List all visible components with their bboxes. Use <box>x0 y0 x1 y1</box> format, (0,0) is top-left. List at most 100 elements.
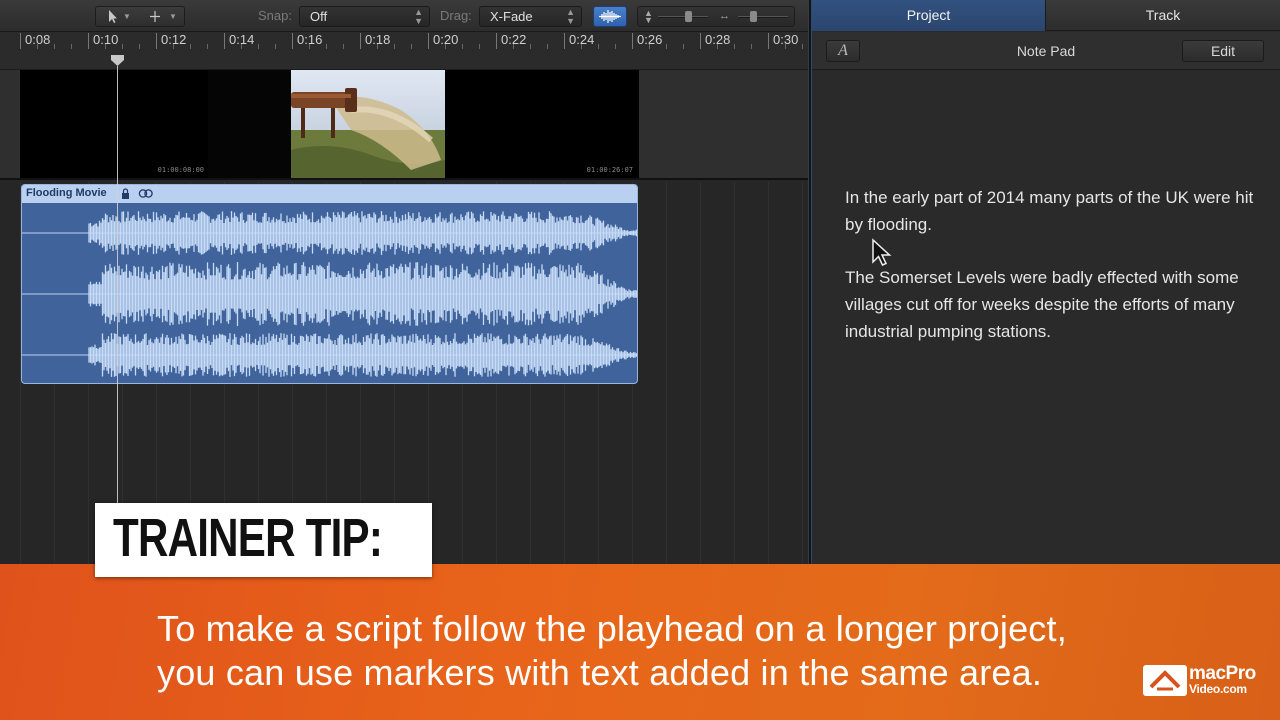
crosshair-tool-icon[interactable] <box>148 7 162 32</box>
trainer-tip-label-box: TRAINER TIP: <box>95 503 432 577</box>
chevron-down-icon[interactable]: ▼ <box>169 7 177 26</box>
horizontal-zoom-knob[interactable] <box>750 11 757 22</box>
ruler-minor-tick <box>802 44 803 49</box>
grid-line <box>734 182 735 564</box>
ruler-tick-label: 0:18 <box>360 33 390 49</box>
vertical-zoom-knob[interactable] <box>685 11 692 22</box>
playhead[interactable] <box>117 66 118 566</box>
waveform-zoom-button[interactable] <box>593 6 627 27</box>
ruler-minor-tick <box>445 44 446 49</box>
ruler-minor-tick <box>190 44 191 49</box>
ruler-minor-tick <box>717 44 718 49</box>
ruler-minor-tick <box>275 44 276 49</box>
ruler-minor-tick <box>377 44 378 49</box>
ruler-minor-tick <box>785 44 786 49</box>
ruler-minor-tick <box>530 44 531 49</box>
ruler-minor-tick <box>207 44 208 49</box>
snap-value: Off <box>310 9 328 24</box>
ruler-tick-label: 0:24 <box>564 33 594 49</box>
pointer-tool-icon[interactable] <box>106 7 120 32</box>
audio-region[interactable]: Flooding Movie <box>21 184 638 384</box>
snap-label: Snap: <box>258 8 292 23</box>
ruler-tick-label: 0:22 <box>496 33 526 49</box>
grid-line <box>666 182 667 564</box>
audio-waveform <box>22 211 637 377</box>
vertical-zoom-icon: ▲ ▼ <box>644 8 653 25</box>
logo-mark-icon <box>1143 665 1187 696</box>
note-paragraph[interactable]: In the early part of 2014 many parts of … <box>845 184 1265 238</box>
tip-banner: To make a script follow the playhead on … <box>0 564 1280 720</box>
ruler-minor-tick <box>615 44 616 49</box>
trainer-tip-label: TRAINER TIP: <box>113 508 383 568</box>
ruler-minor-tick <box>309 44 310 49</box>
ruler-minor-tick <box>666 44 667 49</box>
timeline-ruler[interactable]: 0:08 0:10 0:12 0:14 0:16 0:18 0:20 0:22 0:24 0:26… <box>0 32 808 70</box>
ruler-minor-tick <box>54 44 55 49</box>
drag-value: X-Fade <box>490 9 533 24</box>
ruler-minor-tick <box>394 44 395 49</box>
ruler-tick-label: 0:20 <box>428 33 458 49</box>
ruler-tick-label: 0:30 <box>768 33 798 49</box>
ruler-minor-tick <box>139 44 140 49</box>
grid-line <box>700 182 701 564</box>
stepper-arrows-icon: ▲ ▼ <box>566 7 575 26</box>
ruler-minor-tick <box>411 44 412 49</box>
macprovideo-logo: macPro Video.com <box>1143 663 1263 699</box>
timecode-end: 01:00:26:07 <box>586 166 633 174</box>
logo-subtext: Video.com <box>1189 682 1247 696</box>
ruler-minor-tick <box>649 44 650 49</box>
ruler-minor-tick <box>71 44 72 49</box>
note-paragraph[interactable]: The Somerset Levels were badly effected … <box>845 264 1265 345</box>
snap-select[interactable]: Off ▲ ▼ <box>299 6 430 27</box>
tab-project[interactable]: Project <box>812 0 1045 31</box>
stepper-arrows-icon: ▲ ▼ <box>414 7 423 26</box>
region-name: Flooding Movie <box>26 187 107 199</box>
movie-frame-flood <box>291 70 445 178</box>
ruler-minor-tick <box>547 44 548 49</box>
logic-window: ▼ ▼ Snap: Off ▲▼ Drag: X-Fade ▲▼ ▲▼ ↔ <box>0 0 1280 720</box>
loop-link-icon <box>138 188 154 202</box>
region-header: Flooding Movie <box>22 185 637 203</box>
tracks-toolbar: ▼ ▼ Snap: Off ▲ ▼ Drag: X-Fade ▲ ▼ ▲ ▼ ↔ <box>0 0 808 32</box>
drag-label: Drag: <box>440 8 472 23</box>
zoom-controls: ▲ ▼ ↔ <box>637 6 795 27</box>
vertical-zoom-slider[interactable] <box>658 16 708 18</box>
tab-track[interactable]: Track <box>1046 0 1280 31</box>
ruler-minor-tick <box>581 44 582 49</box>
grid-line <box>802 182 803 564</box>
drag-select[interactable]: X-Fade ▲ ▼ <box>479 6 582 27</box>
ruler-minor-tick <box>751 44 752 49</box>
movie-track: 01:00:08:00 01:00:26:07 <box>0 70 808 180</box>
notepad-header: A Note Pad Edit <box>812 32 1280 70</box>
horizontal-zoom-icon: ↔ <box>719 10 730 22</box>
ruler-tick-label: 0:28 <box>700 33 730 49</box>
ruler-minor-tick <box>37 44 38 49</box>
ruler-minor-tick <box>326 44 327 49</box>
waveform-icon <box>599 10 621 23</box>
chevron-down-icon[interactable]: ▼ <box>123 7 131 26</box>
ruler-tick-label: 0:14 <box>224 33 254 49</box>
mouse-pointer-icon <box>872 238 892 266</box>
grid-line <box>768 182 769 564</box>
tip-text-line: you can use markers with text added in t… <box>157 652 1043 693</box>
movie-frame: 01:00:26:07 <box>445 70 639 178</box>
ruler-minor-tick <box>105 44 106 49</box>
horizontal-zoom-slider[interactable] <box>738 16 788 18</box>
edit-button[interactable]: Edit <box>1182 40 1264 62</box>
ruler-minor-tick <box>241 44 242 49</box>
ruler-minor-tick <box>479 44 480 49</box>
timecode-start: 01:00:08:00 <box>157 166 204 174</box>
ruler-minor-tick <box>258 44 259 49</box>
ruler-minor-tick <box>462 44 463 49</box>
ruler-tick-label: 0:16 <box>292 33 322 49</box>
ruler-tick-label: 0:08 <box>20 33 50 49</box>
tip-text-line: To make a script follow the playhead on … <box>157 608 1067 649</box>
tool-menus: ▼ ▼ <box>95 6 185 27</box>
ruler-minor-tick <box>734 44 735 49</box>
ruler-tick-label: 0:10 <box>88 33 118 49</box>
ruler-minor-tick <box>173 44 174 49</box>
notes-tabs: Project Track <box>812 0 1280 31</box>
ruler-minor-tick <box>122 44 123 49</box>
notes-panel: Project Track A Note Pad Edit In the ear… <box>812 0 1280 564</box>
ruler-minor-tick <box>343 44 344 49</box>
